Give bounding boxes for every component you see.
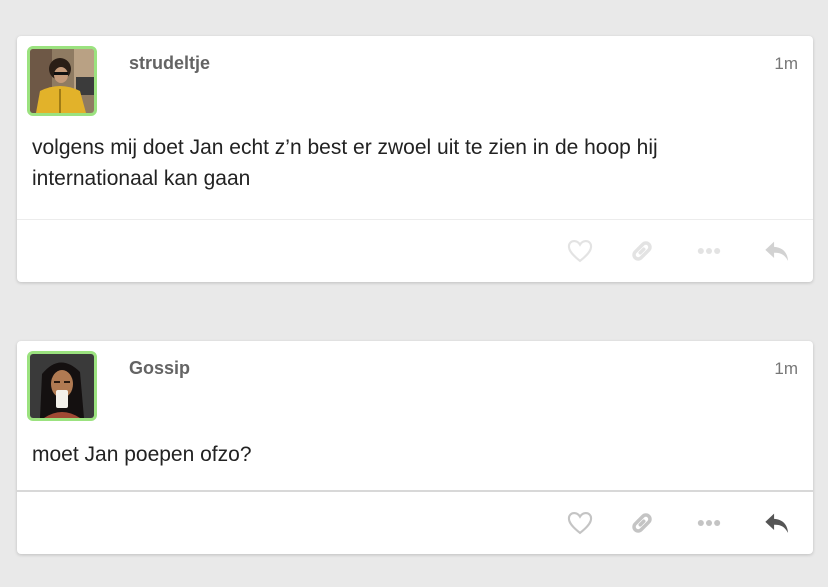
like-button[interactable] <box>565 237 595 265</box>
post-actions <box>17 490 813 554</box>
post-body: volgens mij doet Jan echt z’n best er zw… <box>32 136 658 190</box>
reply-icon <box>765 513 789 533</box>
heart-icon <box>567 512 593 535</box>
post-body: moet Jan poepen ofzo? <box>32 443 252 466</box>
username[interactable]: Gossip <box>129 358 190 379</box>
more-button[interactable] <box>694 509 724 537</box>
heart-icon <box>567 240 593 263</box>
username[interactable]: strudeltje <box>129 53 210 74</box>
reply-button[interactable] <box>762 509 792 537</box>
avatar[interactable] <box>27 46 97 116</box>
post-actions <box>17 219 813 282</box>
like-button[interactable] <box>565 509 595 537</box>
link-icon <box>632 241 652 261</box>
more-icon <box>697 519 721 527</box>
reply-button[interactable] <box>762 237 792 265</box>
more-icon <box>697 247 721 255</box>
reply-icon <box>765 241 789 261</box>
link-icon <box>632 513 652 533</box>
post-card: strudeltje 1m volgens mij doet Jan echt … <box>17 36 813 282</box>
link-button[interactable] <box>627 509 657 537</box>
avatar[interactable] <box>27 351 97 421</box>
more-button[interactable] <box>694 237 724 265</box>
link-button[interactable] <box>627 237 657 265</box>
timestamp[interactable]: 1m <box>774 54 798 74</box>
post-card: Gossip 1m moet Jan poepen ofzo? <box>17 341 813 554</box>
timestamp[interactable]: 1m <box>774 359 798 379</box>
